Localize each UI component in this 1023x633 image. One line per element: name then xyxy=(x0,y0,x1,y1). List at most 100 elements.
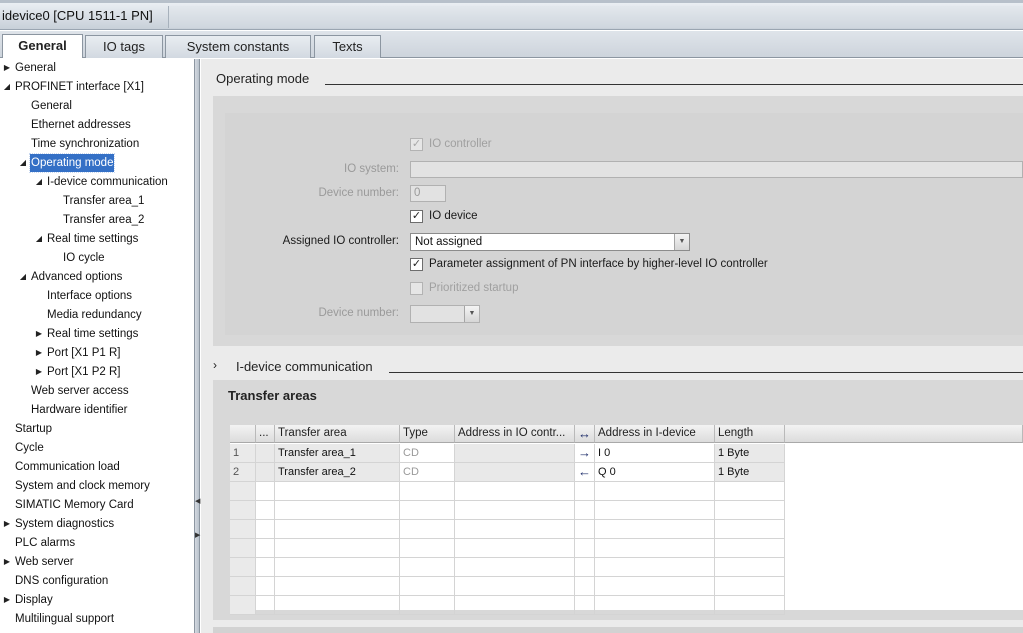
table-cell[interactable] xyxy=(256,577,275,596)
table-cell[interactable] xyxy=(275,596,400,615)
tree-collapsed-icon[interactable]: ▶ xyxy=(34,363,44,381)
table-cell[interactable] xyxy=(455,482,575,501)
table-cell[interactable] xyxy=(256,558,275,577)
tree-item[interactable]: Transfer area_2 xyxy=(62,211,145,229)
tree-expanded-icon[interactable]: ◢ xyxy=(34,173,44,191)
tree-item[interactable]: ▶ General xyxy=(4,59,57,77)
table-cell[interactable]: Transfer area_1 xyxy=(275,444,400,463)
table-cell[interactable] xyxy=(455,577,575,596)
table-row[interactable]: 2 Transfer area_2 CD ← Q 01 Byte xyxy=(230,463,1023,482)
table-cell[interactable]: 1 Byte xyxy=(715,463,785,482)
tree-expanded-icon[interactable]: ◢ xyxy=(18,154,28,172)
table-cell[interactable] xyxy=(400,482,455,501)
tree-item[interactable]: Communication load xyxy=(14,458,121,476)
table-cell[interactable] xyxy=(715,577,785,596)
tree-collapsed-icon[interactable]: ▶ xyxy=(2,59,12,77)
tree-item[interactable]: IO cycle xyxy=(62,249,106,267)
table-cell[interactable] xyxy=(455,444,575,463)
table-cell[interactable] xyxy=(715,520,785,539)
tab-io-tags[interactable]: IO tags xyxy=(85,35,163,58)
tree-item[interactable]: Web server access xyxy=(30,382,130,400)
table-cell[interactable] xyxy=(400,577,455,596)
device-number2-select[interactable]: ▼ xyxy=(410,305,480,323)
chevron-down-icon[interactable]: ▼ xyxy=(674,234,689,250)
table-cell[interactable] xyxy=(715,539,785,558)
column-header[interactable]: ↔ xyxy=(575,425,595,443)
table-cell[interactable] xyxy=(400,539,455,558)
table-cell[interactable] xyxy=(256,482,275,501)
tree-item[interactable]: ▶ Real time settings xyxy=(36,325,139,343)
table-cell[interactable] xyxy=(575,501,595,520)
table-cell[interactable] xyxy=(256,520,275,539)
tree-item[interactable]: ▶ Port [X1 P2 R] xyxy=(36,363,122,381)
tree-item[interactable]: Interface options xyxy=(46,287,133,305)
tree-item[interactable]: ◢ Real time settings xyxy=(36,230,139,248)
table-row[interactable] xyxy=(230,596,1023,615)
table-cell[interactable] xyxy=(595,520,715,539)
table-cell[interactable] xyxy=(595,539,715,558)
column-header[interactable]: Address in I-device xyxy=(595,425,715,443)
table-cell[interactable] xyxy=(256,501,275,520)
table-cell[interactable] xyxy=(230,539,256,558)
device-number-input[interactable]: 0 xyxy=(410,185,446,202)
tree-item[interactable]: SIMATIC Memory Card xyxy=(14,496,135,514)
tree-item[interactable]: Startup xyxy=(14,420,53,438)
table-cell[interactable] xyxy=(230,501,256,520)
tree-collapsed-icon[interactable]: ▶ xyxy=(2,553,12,571)
tree-expanded-icon[interactable]: ◢ xyxy=(18,268,28,286)
tree-item[interactable]: ◢ I-device communication xyxy=(36,173,169,191)
table-cell[interactable] xyxy=(256,463,275,482)
table-cell[interactable] xyxy=(230,520,256,539)
column-header[interactable]: Length xyxy=(715,425,785,443)
table-cell[interactable]: CD xyxy=(400,463,455,482)
column-header[interactable]: Address in IO contr... xyxy=(455,425,575,443)
tree-item[interactable]: ▶ Port [X1 P1 R] xyxy=(36,344,122,362)
tree-collapsed-icon[interactable]: ▶ xyxy=(34,325,44,343)
tree-item[interactable]: Cycle xyxy=(14,439,45,457)
table-cell[interactable] xyxy=(715,482,785,501)
panel-splitter[interactable]: ◀ ▶ xyxy=(194,59,200,633)
table-cell[interactable] xyxy=(256,539,275,558)
table-cell[interactable]: 2 xyxy=(230,463,256,482)
table-cell[interactable] xyxy=(230,558,256,577)
tree-expanded-icon[interactable]: ◢ xyxy=(2,78,12,96)
tree-item[interactable]: Media redundancy xyxy=(46,306,143,324)
expand-chevron-icon[interactable]: › xyxy=(213,358,217,372)
tree-item[interactable]: System and clock memory xyxy=(14,477,151,495)
tree-item[interactable]: ◢ Advanced options xyxy=(20,268,123,286)
table-row[interactable] xyxy=(230,520,1023,539)
tree-item[interactable]: ▶ System diagnostics xyxy=(4,515,115,533)
table-cell[interactable] xyxy=(230,482,256,501)
column-header[interactable] xyxy=(785,425,1023,443)
table-cell[interactable] xyxy=(256,596,275,615)
tab-general[interactable]: General xyxy=(2,34,83,58)
tree-expanded-icon[interactable]: ◢ xyxy=(34,230,44,248)
table-row[interactable]: 1 Transfer area_1 CD → I 01 Byte xyxy=(230,444,1023,463)
table-cell[interactable] xyxy=(400,596,455,615)
table-cell[interactable] xyxy=(455,539,575,558)
tree-item[interactable]: PLC alarms xyxy=(14,534,76,552)
column-header[interactable]: ... xyxy=(256,425,275,443)
table-cell[interactable] xyxy=(275,482,400,501)
tree-item[interactable]: Transfer area_1 xyxy=(62,192,145,210)
tree-item[interactable]: DNS configuration xyxy=(14,572,109,590)
table-cell[interactable] xyxy=(230,577,256,596)
chevron-down-icon[interactable]: ▼ xyxy=(464,306,479,322)
tree-item[interactable]: General xyxy=(30,97,73,115)
table-cell[interactable] xyxy=(455,463,575,482)
column-header[interactable] xyxy=(230,425,256,443)
tree-item[interactable]: ◢ PROFINET interface [X1] xyxy=(4,78,145,96)
table-cell[interactable] xyxy=(595,596,715,615)
table-cell[interactable]: CD xyxy=(400,444,455,463)
table-cell[interactable] xyxy=(455,520,575,539)
table-cell[interactable] xyxy=(595,558,715,577)
table-cell[interactable]: Q 0 xyxy=(595,463,715,482)
table-cell[interactable] xyxy=(575,539,595,558)
table-cell[interactable]: → xyxy=(575,444,595,463)
table-cell[interactable] xyxy=(400,501,455,520)
table-cell[interactable] xyxy=(595,482,715,501)
tree-item[interactable]: ▶ Display xyxy=(4,591,54,609)
table-row[interactable] xyxy=(230,539,1023,558)
table-cell[interactable]: I 0 xyxy=(595,444,715,463)
table-cell[interactable]: 1 Byte xyxy=(715,444,785,463)
